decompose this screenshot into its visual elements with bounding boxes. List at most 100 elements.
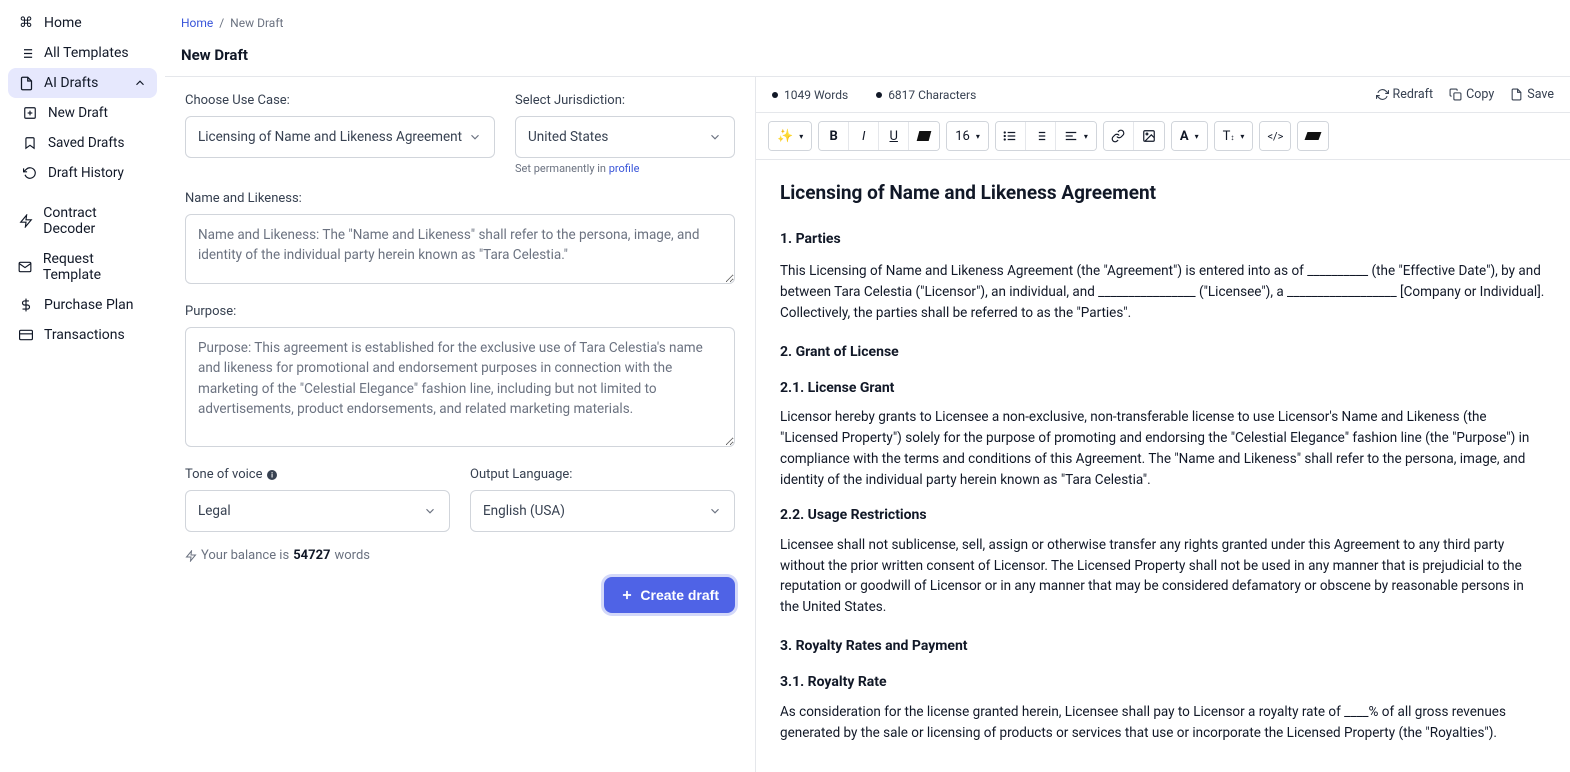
sidebar-item-all-templates[interactable]: All Templates <box>8 38 157 68</box>
tone-value: Legal <box>198 503 231 519</box>
plus-square-icon <box>22 105 38 121</box>
output-language-label: Output Language: <box>470 467 735 482</box>
chevron-down-icon: ▾ <box>799 132 803 141</box>
editor-panel: 1049 Words 6817 Characters Redraft Copy <box>755 77 1570 772</box>
highlight-button[interactable] <box>909 122 939 150</box>
chevron-down-icon <box>468 130 482 144</box>
redraft-button[interactable]: Redraft <box>1376 87 1434 102</box>
paragraph-style-button[interactable]: T↕▾ <box>1215 122 1253 150</box>
dollar-icon <box>18 297 34 313</box>
main-content: Home / New Draft New Draft Choose Use Ca… <box>165 0 1570 772</box>
sidebar-item-label: Purchase Plan <box>44 297 134 313</box>
balance-text: Your balance is 54727 words <box>185 548 735 563</box>
output-language-value: English (USA) <box>483 503 565 519</box>
purpose-label: Purpose: <box>185 304 735 319</box>
link-icon <box>1111 129 1125 143</box>
code-icon: </> <box>1267 130 1283 143</box>
doc-paragraph: Licensee shall not sublicense, sell, ass… <box>780 535 1546 619</box>
numbered-list-button[interactable] <box>1026 122 1056 150</box>
magic-button[interactable]: ✨▾ <box>769 122 811 150</box>
sidebar-item-saved-drafts[interactable]: Saved Drafts <box>8 128 157 158</box>
sidebar-item-new-draft[interactable]: New Draft <box>8 98 157 128</box>
sidebar-item-label: New Draft <box>48 105 108 121</box>
sidebar-item-request-template[interactable]: Request Template <box>8 244 157 290</box>
image-button[interactable] <box>1134 122 1164 150</box>
editor-stats-bar: 1049 Words 6817 Characters Redraft Copy <box>756 77 1570 113</box>
use-case-select[interactable]: Licensing of Name and Likeness Agreement <box>185 116 495 158</box>
save-button[interactable]: Save <box>1510 87 1554 102</box>
history-icon <box>22 165 38 181</box>
purpose-input[interactable] <box>185 327 735 447</box>
sidebar-item-label: Contract Decoder <box>43 205 147 237</box>
italic-button[interactable]: I <box>849 122 879 150</box>
breadcrumb-separator: / <box>216 16 230 30</box>
copy-button[interactable]: Copy <box>1449 87 1494 102</box>
name-likeness-input[interactable] <box>185 214 735 284</box>
doc-title: Licensing of Name and Likeness Agreement <box>780 178 1546 207</box>
mail-icon <box>18 259 33 275</box>
align-icon <box>1064 129 1078 143</box>
info-icon: i <box>266 469 278 481</box>
font-size-select[interactable]: 16▾ <box>947 122 988 150</box>
bookmark-icon <box>22 135 38 151</box>
sidebar-item-contract-decoder[interactable]: Contract Decoder <box>8 198 157 244</box>
credit-card-icon <box>18 327 34 343</box>
breadcrumb-current: New Draft <box>230 16 283 30</box>
jurisdiction-value: United States <box>528 129 608 145</box>
doc-paragraph: Licensor hereby grants to Licensee a non… <box>780 407 1546 491</box>
page-title: New Draft <box>165 38 1570 76</box>
sidebar-item-ai-drafts[interactable]: AI Drafts <box>8 68 157 98</box>
text-color-button[interactable]: A▾ <box>1172 122 1207 150</box>
doc-paragraph: This Licensing of Name and Likeness Agre… <box>780 261 1546 324</box>
document-body[interactable]: Licensing of Name and Likeness Agreement… <box>756 160 1570 772</box>
chevron-down-icon: ▾ <box>976 132 980 141</box>
create-draft-button[interactable]: Create draft <box>604 577 735 613</box>
jurisdiction-select[interactable]: United States <box>515 116 735 158</box>
numbered-list-icon <box>1033 129 1047 143</box>
use-case-label: Choose Use Case: <box>185 93 495 108</box>
list-icon <box>18 45 34 61</box>
output-language-select[interactable]: English (USA) <box>470 490 735 532</box>
chevron-down-icon: ▾ <box>1195 132 1199 141</box>
use-case-value: Licensing of Name and Likeness Agreement <box>198 129 462 145</box>
command-icon: ⌘ <box>18 15 34 31</box>
eraser-icon <box>1305 132 1322 140</box>
document-icon <box>18 75 34 91</box>
dot-icon <box>876 92 882 98</box>
highlight-icon <box>917 131 932 141</box>
sidebar-item-label: Saved Drafts <box>48 135 124 151</box>
plus-icon <box>620 588 634 602</box>
align-button[interactable]: ▾ <box>1056 122 1096 150</box>
sidebar-item-home[interactable]: ⌘ Home <box>8 8 157 38</box>
document-scroll[interactable]: Licensing of Name and Likeness Agreement… <box>756 160 1570 772</box>
zap-icon <box>18 213 33 229</box>
link-button[interactable] <box>1104 122 1134 150</box>
doc-paragraph: As consideration for the license granted… <box>780 702 1546 744</box>
image-icon <box>1142 129 1156 143</box>
clear-format-button[interactable] <box>1298 122 1328 150</box>
bold-button[interactable]: B <box>819 122 849 150</box>
chevron-down-icon <box>423 504 437 518</box>
chevron-up-icon <box>133 76 147 90</box>
word-count: 1049 Words <box>772 88 848 102</box>
dot-icon <box>772 92 778 98</box>
name-likeness-label: Name and Likeness: <box>185 191 735 206</box>
code-view-button[interactable]: </> <box>1260 122 1290 150</box>
sidebar-item-label: All Templates <box>44 45 129 61</box>
jurisdiction-hint: Set permanently in profile <box>515 162 735 175</box>
tone-select[interactable]: Legal <box>185 490 450 532</box>
copy-icon <box>1449 88 1462 101</box>
sidebar-item-transactions[interactable]: Transactions <box>8 320 157 350</box>
profile-link[interactable]: profile <box>609 162 640 175</box>
bullet-list-button[interactable] <box>996 122 1026 150</box>
underline-button[interactable]: U <box>879 122 909 150</box>
jurisdiction-label: Select Jurisdiction: <box>515 93 735 108</box>
sidebar-item-purchase-plan[interactable]: Purchase Plan <box>8 290 157 320</box>
sidebar-item-draft-history[interactable]: Draft History <box>8 158 157 188</box>
breadcrumb-home-link[interactable]: Home <box>181 16 213 30</box>
editor-toolbar: ✨▾ B I U 16▾ ▾ <box>756 113 1570 160</box>
doc-subheading: 3.1. Royalty Rate <box>780 672 1546 694</box>
doc-subheading: 2.2. Usage Restrictions <box>780 505 1546 527</box>
sidebar-item-label: Draft History <box>48 165 124 181</box>
breadcrumb: Home / New Draft <box>165 0 1570 38</box>
